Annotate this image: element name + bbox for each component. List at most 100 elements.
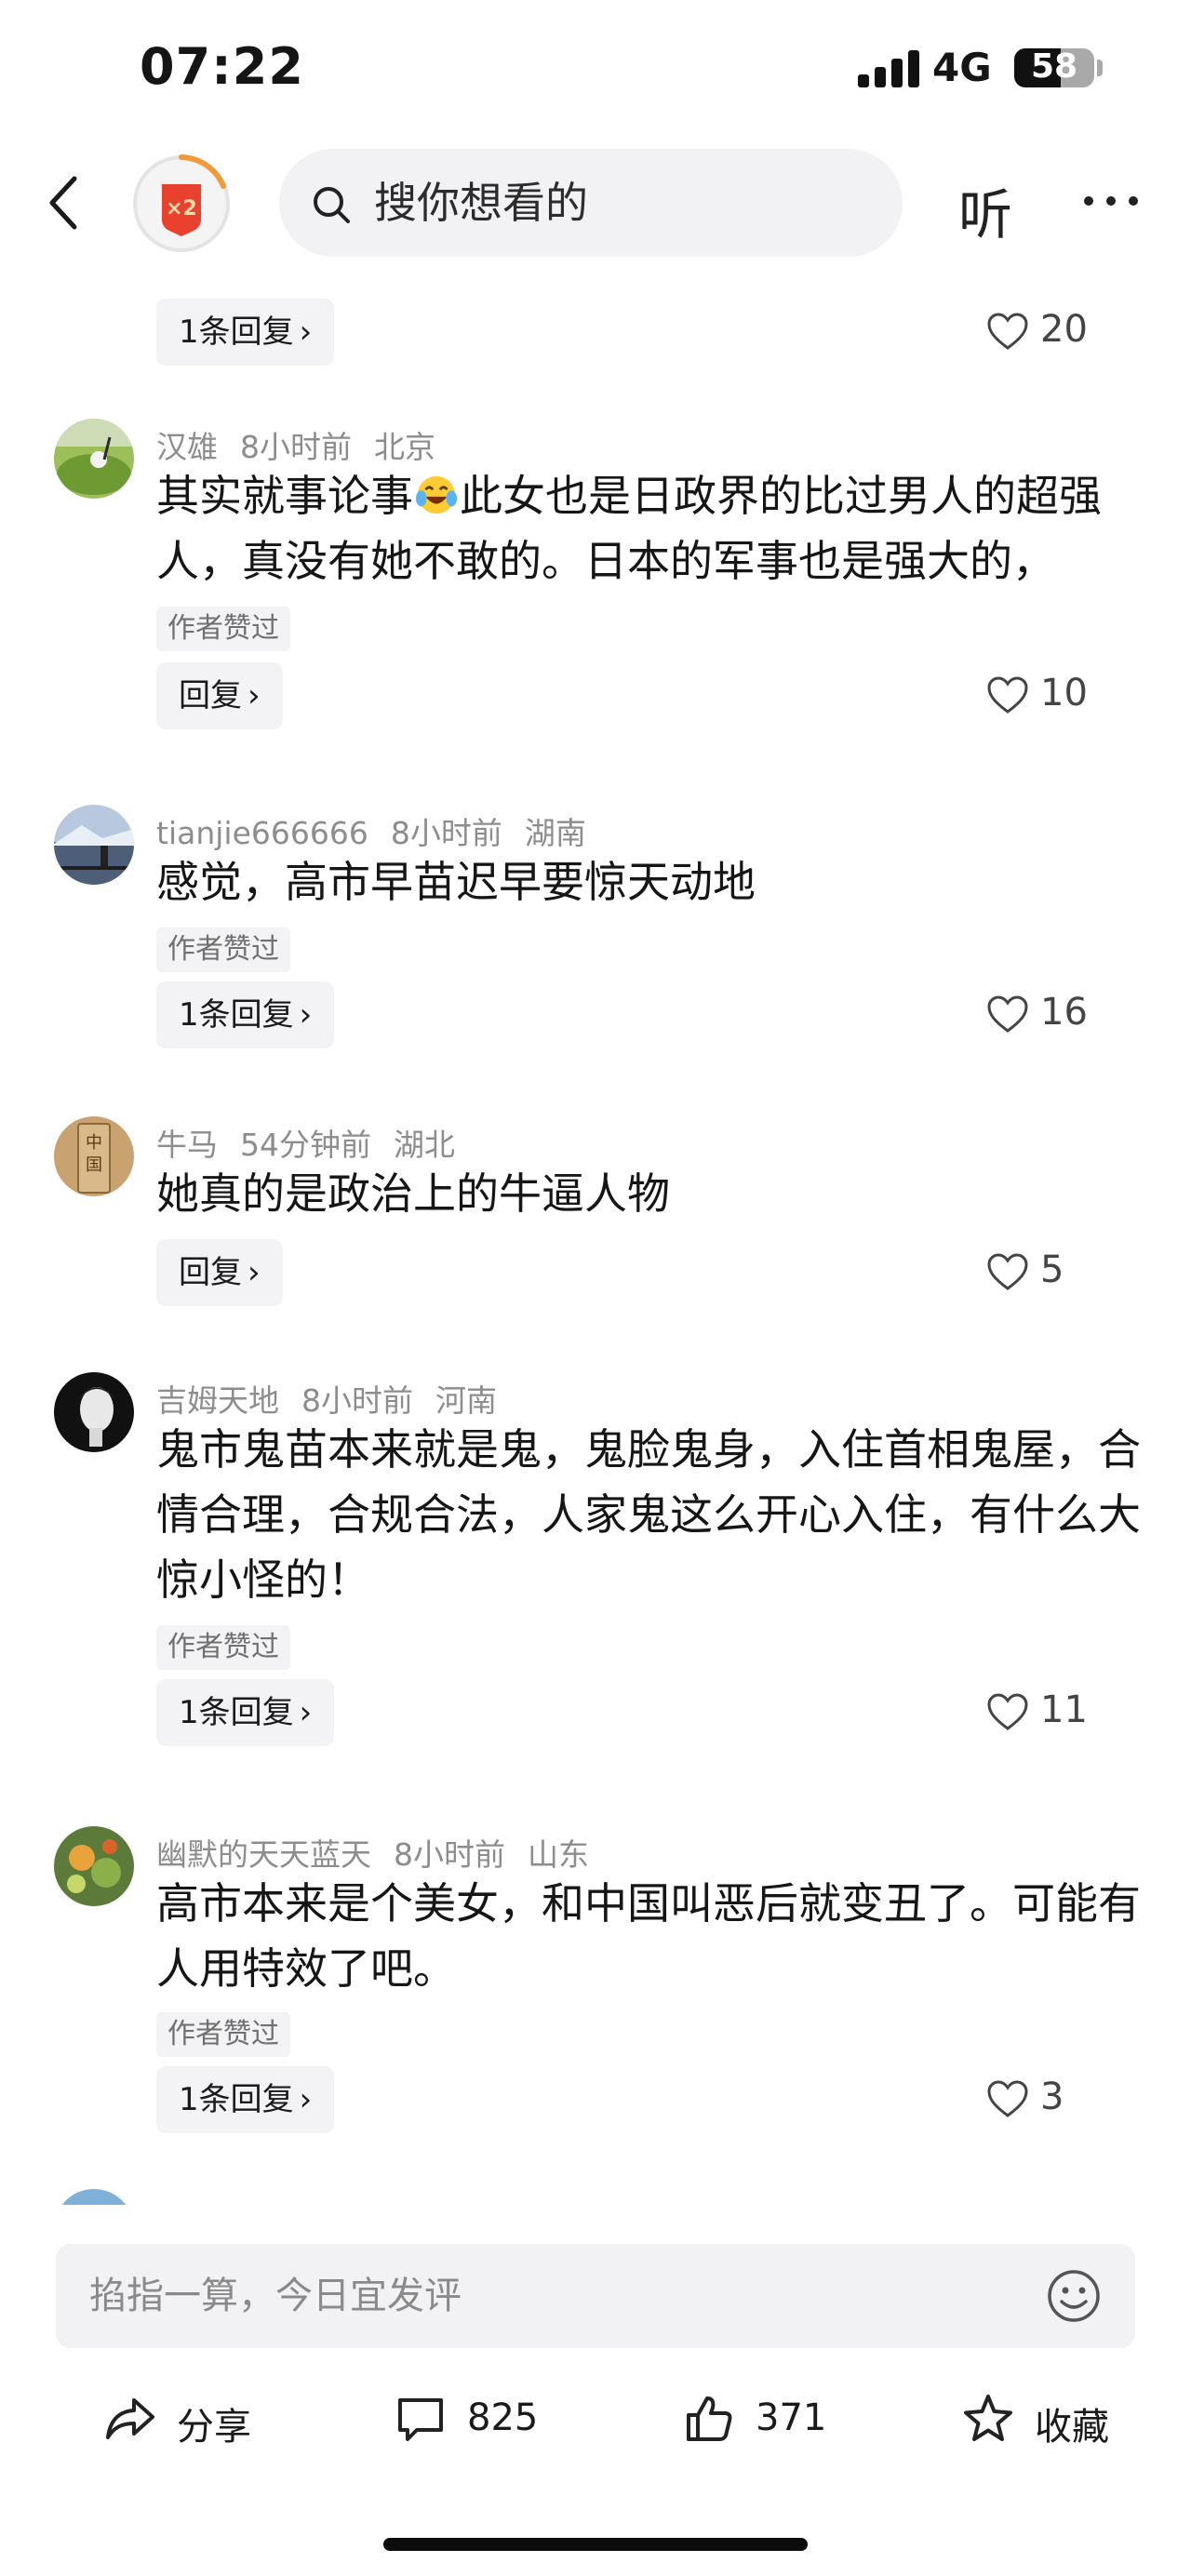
- favorite-button[interactable]: 收藏: [962, 2382, 1148, 2456]
- comments-button[interactable]: 825: [395, 2382, 562, 2456]
- chevron-right-icon: ›: [299, 314, 313, 351]
- chevron-right-icon: ›: [299, 2081, 313, 2118]
- home-indicator[interactable]: [383, 2538, 808, 2551]
- search-input[interactable]: [374, 149, 858, 257]
- comment-bubble-icon: [398, 2398, 443, 2441]
- comment-location: 山东: [528, 1836, 589, 1873]
- battery-icon: 58: [1014, 48, 1094, 87]
- chevron-right-icon: ›: [299, 1694, 313, 1731]
- reply-label: 1条回复: [179, 1694, 294, 1731]
- reply-label: 回复: [179, 677, 242, 714]
- avatar[interactable]: [54, 2189, 134, 2205]
- comment-meta: 汉雄 8小时前 北京: [156, 422, 458, 467]
- reward-badge-icon[interactable]: ×2: [130, 153, 233, 255]
- comment-location: 湖南: [524, 815, 586, 851]
- back-arrow-icon[interactable]: [41, 173, 91, 233]
- author-liked-tag: 作者赞过: [156, 2012, 290, 2057]
- comment-text: 感觉，高市早苗迟早要惊天动地: [156, 857, 756, 907]
- comment-location: 北京: [374, 429, 435, 465]
- comment-meta: 幽默的天天蓝天 8小时前 山东: [156, 1830, 611, 1875]
- comment-meta: 吉姆天地 8小时前 河南: [156, 1376, 519, 1421]
- comment-item: 中 国 牛马 54分钟前 湖北 她真的是政治上的牛逼人物 回复 › 5: [0, 1116, 1191, 1321]
- username[interactable]: 幽默的天天蓝天: [156, 1836, 371, 1873]
- author-liked-tag: 作者赞过: [156, 928, 290, 972]
- like-count: 20: [1040, 308, 1088, 351]
- comment-text: 其实就事论事 此女也是日政界的比过男人的超强人，真没有她不敢的。日本的军事也是强…: [156, 463, 1143, 594]
- comment-meta: tianjie666666 8小时前 湖南: [156, 808, 609, 853]
- comment-text: 她真的是政治上的牛逼人物: [156, 1168, 670, 1219]
- view-replies-button[interactable]: 1条回复 ›: [156, 981, 335, 1048]
- reply-label: 1条回复: [179, 314, 294, 351]
- status-bar: 07:22 4G 58: [0, 0, 1191, 140]
- favorite-label: 收藏: [1035, 2406, 1109, 2449]
- reply-label: 1条回复: [179, 996, 294, 1034]
- like-count: 371: [756, 2396, 827, 2439]
- chevron-right-icon: ›: [248, 1254, 261, 1291]
- comment-time: 8小时前: [240, 429, 352, 465]
- view-replies-button[interactable]: 1条回复 ›: [156, 1679, 335, 1746]
- comment-item: tianjie666666 8小时前 湖南 感觉，高市早苗迟早要惊天动地 作者赞过 …: [0, 805, 1191, 1074]
- comment-item: 吉姆天地 8小时前 河南 鬼市鬼苗本来就是鬼，鬼脸鬼身，入住首相鬼屋，合情合理，合规…: [0, 1372, 1191, 1746]
- like-count: 3: [1040, 2075, 1064, 2118]
- thumbs-up-icon: [687, 2396, 732, 2441]
- comment-location: 湖北: [394, 1127, 455, 1163]
- comment-count: 825: [467, 2396, 539, 2439]
- more-icon[interactable]: [1081, 194, 1141, 208]
- share-icon: [106, 2398, 154, 2439]
- comment-item: 幽默的天天蓝天 8小时前 山东 高市本来是个美女，和中国叫恶后就变丑了。可能有人用特…: [0, 1826, 1191, 2133]
- chevron-right-icon: ›: [248, 677, 261, 714]
- avatar[interactable]: [54, 1826, 134, 1906]
- laughing-crying-emoji-icon: [415, 475, 458, 514]
- listen-button[interactable]: 听: [958, 171, 1012, 249]
- chevron-right-icon: ›: [299, 996, 313, 1034]
- avatar[interactable]: [54, 805, 134, 885]
- reply-label: 回复: [179, 1254, 242, 1291]
- comment-time: 54分钟前: [240, 1127, 371, 1163]
- search-box[interactable]: [279, 149, 903, 257]
- heart-icon: [987, 313, 1028, 350]
- author-liked-tag: 作者赞过: [156, 1625, 290, 1670]
- share-label: 分享: [177, 2406, 251, 2449]
- comment-time: 8小时前: [390, 815, 502, 851]
- comment-item: 汉雄 8小时前 北京 其实就事论事 此女也是日政界的比过男人的超强人，真没有她不敢的…: [0, 419, 1191, 744]
- avatar[interactable]: [54, 419, 134, 499]
- username[interactable]: 汉雄: [156, 429, 218, 465]
- avatar[interactable]: 中 国: [54, 1116, 134, 1196]
- comment-time: 8小时前: [301, 1382, 413, 1419]
- search-icon: [314, 187, 350, 223]
- comment-text: 高市本来是个美女，和中国叫恶后就变丑了。可能有人用特效了吧。: [156, 1878, 1141, 1994]
- share-button[interactable]: 分享: [104, 2382, 272, 2456]
- author-liked-tag: 作者赞过: [156, 607, 290, 651]
- comment-time: 8小时前: [394, 1836, 505, 1873]
- signal-icon: [858, 48, 919, 87]
- network-type: 4G: [932, 45, 992, 90]
- reply-button[interactable]: 回复 ›: [156, 662, 283, 729]
- comment-input-bar[interactable]: [56, 2244, 1135, 2348]
- heart-icon: [987, 995, 1028, 1033]
- emoji-icon[interactable]: [1046, 2268, 1102, 2324]
- comment-location: 河南: [435, 1382, 497, 1419]
- username[interactable]: tianjie666666: [156, 815, 368, 851]
- comment-text-part: 其实就事论事: [156, 471, 413, 521]
- like-article-button[interactable]: 371: [683, 2382, 850, 2456]
- battery-level: 58: [1030, 48, 1078, 86]
- reply-label: 1条回复: [179, 2081, 294, 2118]
- avatar[interactable]: [54, 1372, 134, 1452]
- username[interactable]: 牛马: [156, 1127, 218, 1163]
- top-nav: ×2 听: [0, 140, 1191, 265]
- heart-icon: [987, 2080, 1028, 2117]
- reply-button[interactable]: 回复 ›: [156, 1239, 283, 1306]
- like-count: 10: [1040, 672, 1088, 714]
- comment-meta: 牛马 54分钟前 湖北: [156, 1120, 477, 1165]
- battery-cap: [1097, 60, 1103, 76]
- comment-text: 鬼市鬼苗本来就是鬼，鬼脸鬼身，入住首相鬼屋，合情合理，合规合法，人家鬼这么开心入…: [156, 1424, 1141, 1605]
- reward-badge-text: ×2: [166, 197, 197, 220]
- star-icon: [964, 2395, 1012, 2441]
- comment-item: 1条回复 › 20: [0, 265, 1191, 386]
- comment-list: 1条回复 › 20 汉雄 8小时前 北京 其实就事论事 此女也是日政界的比过男人…: [0, 265, 1191, 2205]
- view-replies-button[interactable]: 1条回复 ›: [156, 299, 335, 366]
- view-replies-button[interactable]: 1条回复 ›: [156, 2066, 335, 2133]
- heart-icon: [987, 1253, 1028, 1290]
- username[interactable]: 吉姆天地: [156, 1382, 279, 1419]
- comment-input[interactable]: [89, 2244, 1020, 2348]
